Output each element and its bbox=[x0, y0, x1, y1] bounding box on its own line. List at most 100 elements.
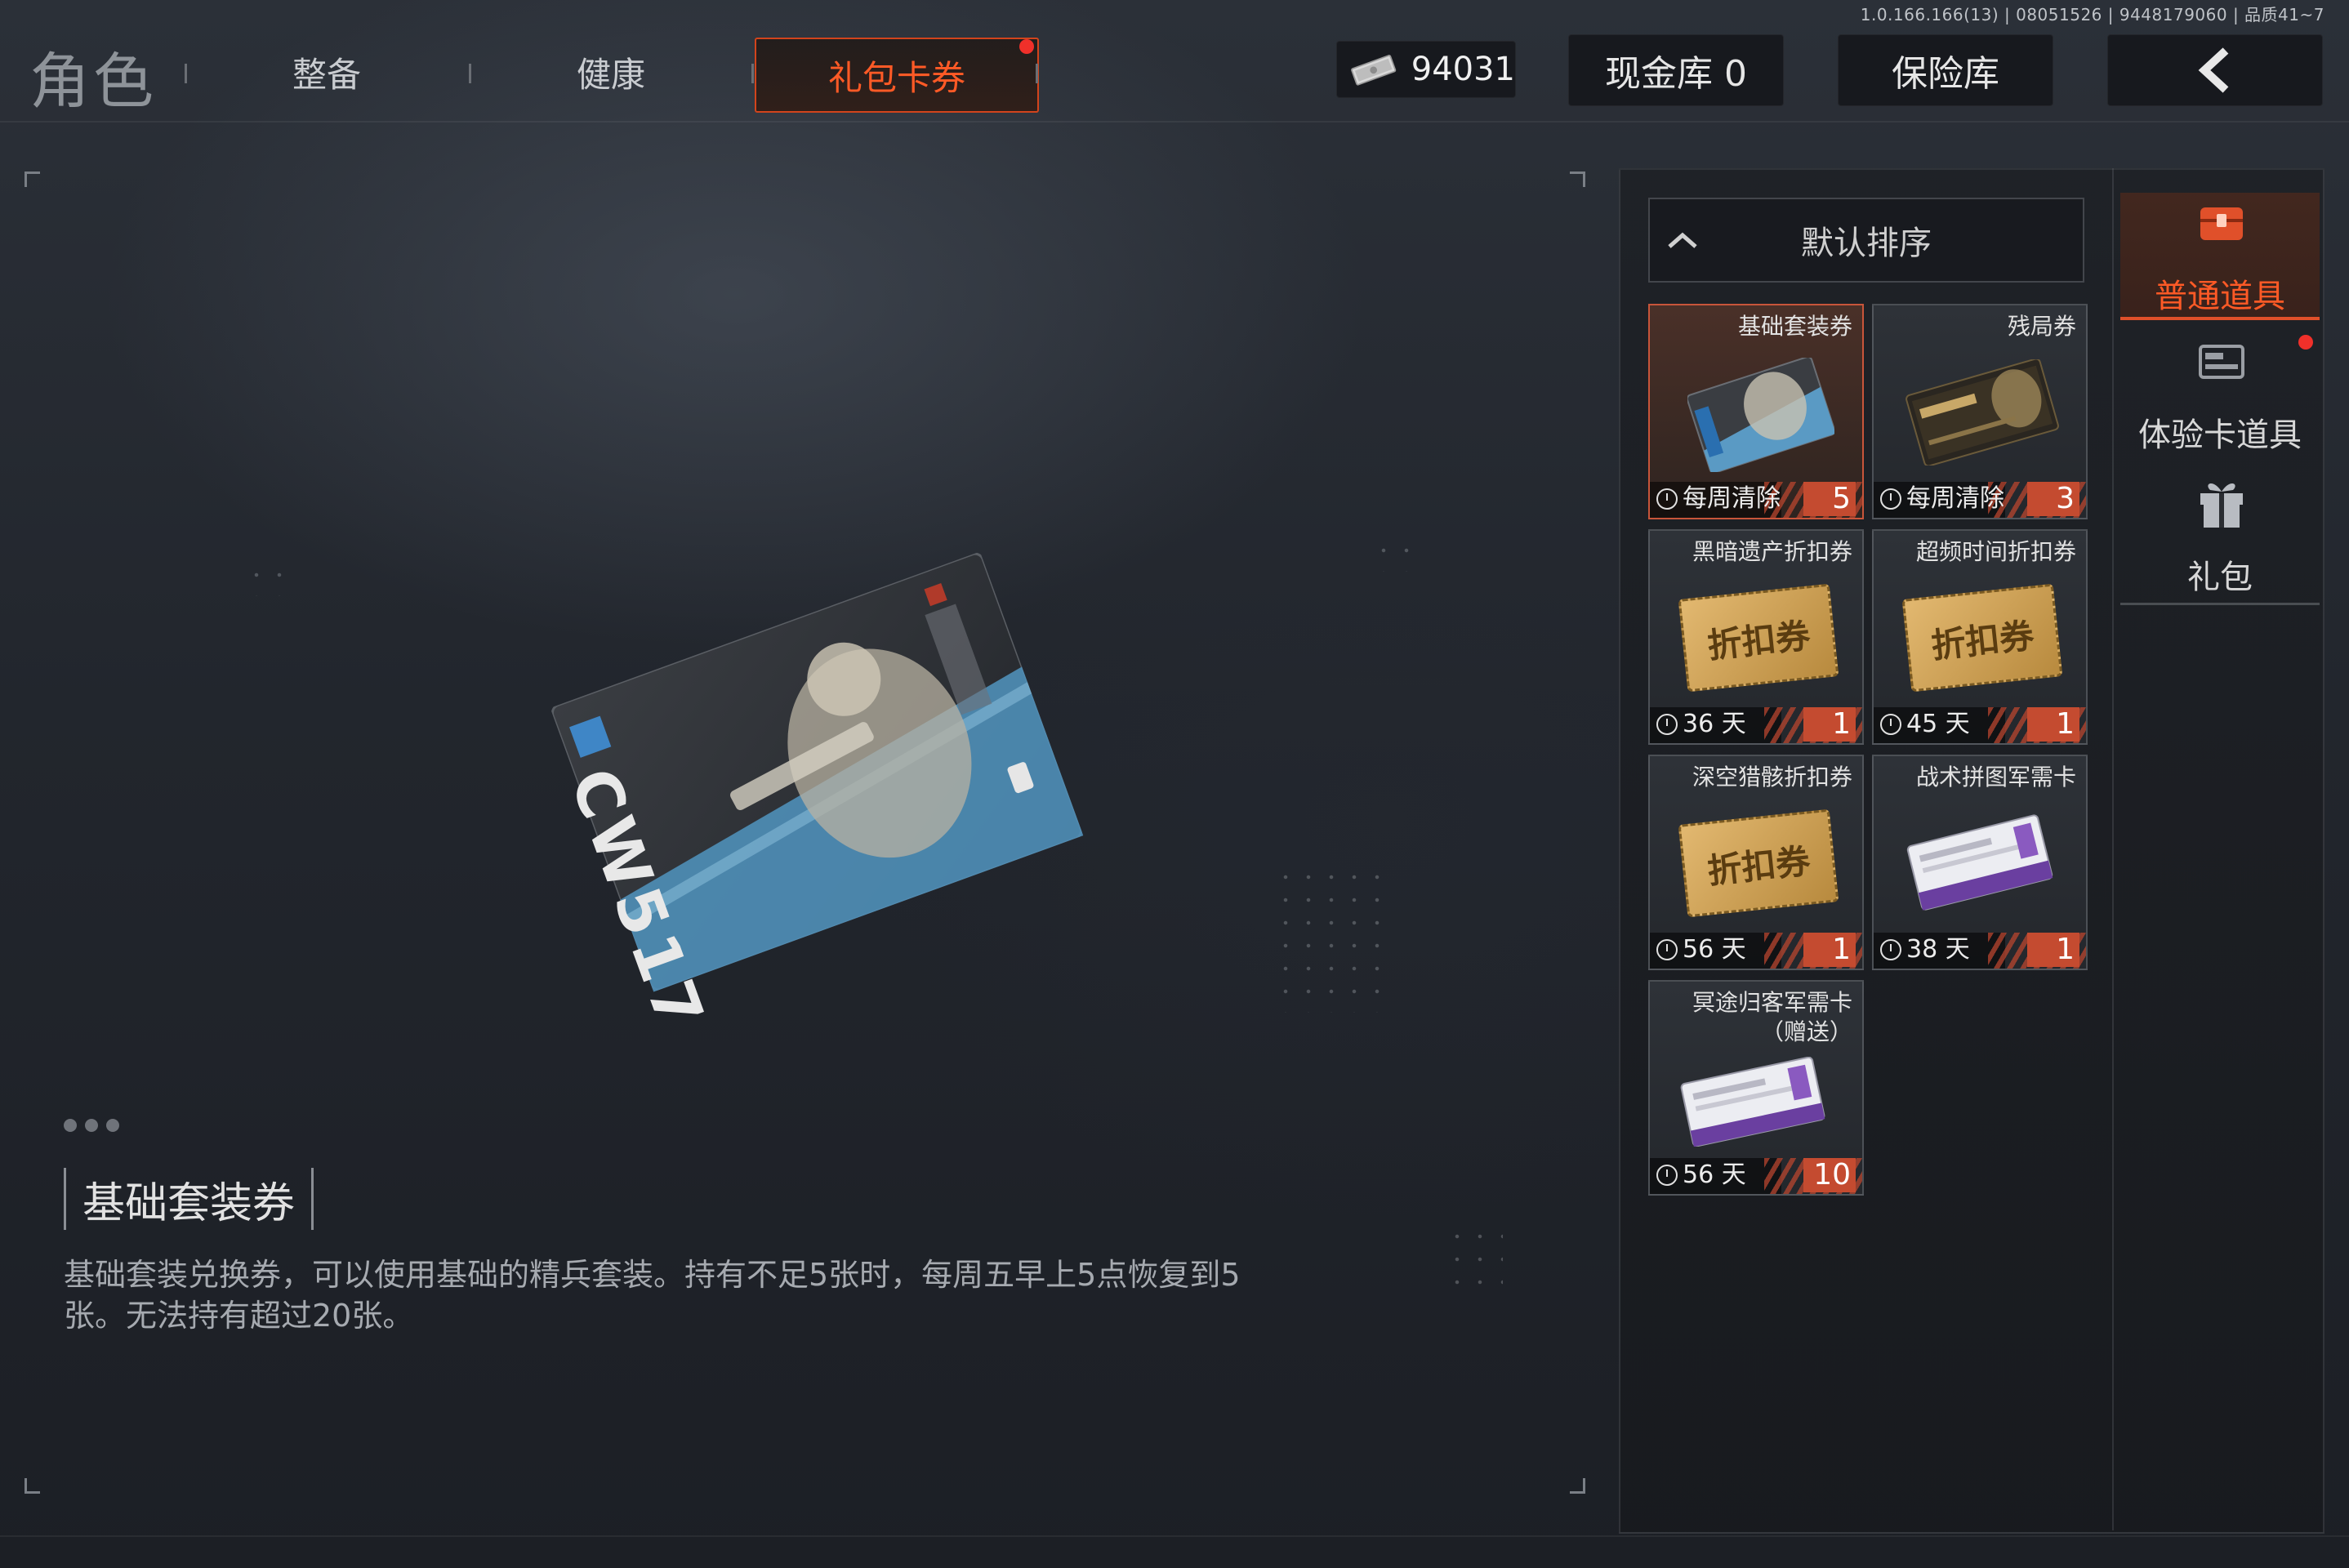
clock-icon bbox=[1656, 1165, 1678, 1186]
item-card[interactable]: 深空猎骸折扣券 折扣券 56 天 1 bbox=[1648, 755, 1864, 970]
item-count: 5 bbox=[1803, 482, 1856, 516]
clock-icon bbox=[1880, 488, 1901, 510]
back-button[interactable] bbox=[2107, 34, 2323, 106]
supply-card-icon bbox=[1906, 814, 2053, 911]
decor-dots bbox=[1446, 1225, 1503, 1290]
discount-ticket-icon: 折扣券 bbox=[1901, 583, 2063, 693]
item-name: 冥途归客军需卡 （赠送） bbox=[1692, 988, 1852, 1047]
item-timer-text: 36 天 bbox=[1683, 710, 1746, 738]
tab-health[interactable]: 健康 bbox=[577, 47, 645, 97]
item-card[interactable]: 战术拼图军需卡 38 天 1 bbox=[1872, 755, 2088, 970]
card-icon bbox=[2199, 345, 2244, 379]
side-tab-trial-cards[interactable]: 体验卡道具 bbox=[2120, 332, 2320, 462]
item-name: 战术拼图军需卡 bbox=[1915, 764, 2076, 791]
side-tab-gift-packs[interactable]: 礼包 bbox=[2120, 470, 2320, 605]
tab-divider bbox=[751, 64, 754, 83]
pager-dots bbox=[64, 1119, 119, 1132]
clock-icon bbox=[1880, 714, 1901, 735]
item-timer: 36 天 bbox=[1656, 709, 1746, 740]
item-card[interactable]: 基础套装券 每周清除 5 bbox=[1648, 304, 1864, 519]
item-count: 1 bbox=[2027, 707, 2079, 742]
notification-dot bbox=[1019, 39, 1034, 54]
tab-equipment[interactable]: 整备 bbox=[292, 47, 361, 97]
ticket-text: 折扣券 bbox=[1929, 615, 2036, 666]
item-timer: 每周清除 bbox=[1880, 483, 2004, 514]
item-timer: 56 天 bbox=[1656, 934, 1746, 965]
decor-dots bbox=[1372, 539, 1421, 572]
tab-gift-vouchers-label: 礼包卡券 bbox=[827, 57, 965, 98]
tab-divider bbox=[185, 64, 187, 83]
item-timer-text: 56 天 bbox=[1683, 1160, 1746, 1189]
clock-icon bbox=[1656, 939, 1678, 960]
item-name: 超频时间折扣券 bbox=[1915, 538, 2076, 565]
currency-amount: 94031 bbox=[1411, 51, 1515, 88]
discount-ticket-icon: 折扣券 bbox=[1678, 808, 1839, 918]
decor-dots bbox=[245, 564, 294, 596]
item-card[interactable]: 超频时间折扣券 折扣券 45 天 1 bbox=[1872, 529, 2088, 745]
item-count: 1 bbox=[1803, 707, 1856, 742]
item-timer-text: 45 天 bbox=[1906, 710, 1970, 738]
item-timer: 每周清除 bbox=[1656, 483, 1781, 514]
item-timer-text: 38 天 bbox=[1906, 935, 1970, 964]
pager-dot bbox=[85, 1119, 98, 1132]
item-count: 1 bbox=[1803, 933, 1856, 967]
item-count: 10 bbox=[1803, 1158, 1856, 1192]
item-timer-text: 每周清除 bbox=[1906, 484, 2004, 513]
item-image-kamona bbox=[1905, 359, 2059, 466]
item-name-line2: （赠送） bbox=[1760, 1018, 1852, 1045]
clock-icon bbox=[1880, 939, 1901, 960]
item-name: 黑暗遗产折扣券 bbox=[1692, 538, 1852, 565]
item-timer: 56 天 bbox=[1656, 1160, 1746, 1191]
tab-divider bbox=[1036, 64, 1038, 83]
pager-dot bbox=[64, 1119, 77, 1132]
cash-vault-label: 现金库 0 bbox=[1605, 53, 1747, 95]
item-card[interactable]: 残局券 每周清除 3 bbox=[1872, 304, 2088, 519]
clock-icon bbox=[1656, 488, 1678, 510]
sort-dropdown[interactable]: 默认排序 bbox=[1648, 198, 2084, 283]
supply-card-icon bbox=[1680, 1057, 1825, 1147]
item-timer-text: 56 天 bbox=[1683, 935, 1746, 964]
item-preview-card: CW517 bbox=[550, 551, 1084, 1042]
pager-dot bbox=[106, 1119, 119, 1132]
side-tab-normal-items[interactable]: 普通道具 bbox=[2120, 193, 2320, 320]
frame-corner bbox=[1570, 1478, 1585, 1494]
item-name: 深空猎骸折扣券 bbox=[1692, 764, 1852, 791]
clock-icon bbox=[1656, 714, 1678, 735]
item-card[interactable]: 冥途归客军需卡 （赠送） 56 天 10 bbox=[1648, 980, 1864, 1196]
page-title: 角色 bbox=[29, 47, 157, 117]
money-icon bbox=[1351, 55, 1397, 86]
chevron-left-icon bbox=[2198, 47, 2229, 93]
bottom-divider bbox=[0, 1535, 2349, 1537]
frame-corner bbox=[25, 172, 40, 187]
tab-divider bbox=[469, 64, 471, 83]
item-name: 残局券 bbox=[2007, 313, 2076, 340]
item-name-line1: 冥途归客军需卡 bbox=[1692, 989, 1852, 1016]
item-timer: 38 天 bbox=[1880, 934, 1970, 965]
safe-vault-label: 保险库 bbox=[1892, 53, 1999, 95]
item-card[interactable]: 黑暗遗产折扣券 折扣券 36 天 1 bbox=[1648, 529, 1864, 745]
item-count: 1 bbox=[2027, 933, 2079, 967]
discount-ticket-icon: 折扣券 bbox=[1678, 583, 1839, 693]
ticket-text: 折扣券 bbox=[1705, 840, 1812, 891]
detail-title-box: 基础套装券 bbox=[64, 1168, 314, 1230]
side-tab-label: 礼包 bbox=[2187, 559, 2253, 596]
frame-corner bbox=[1570, 172, 1585, 187]
panel-divider bbox=[2112, 168, 2114, 1530]
item-count: 3 bbox=[2027, 482, 2079, 516]
sort-label: 默认排序 bbox=[1801, 225, 1932, 262]
frame-corner bbox=[25, 1478, 40, 1494]
version-info: 1.0.166.166(13) | 08051526 | 9448179060 … bbox=[1860, 5, 2324, 24]
tab-gift-vouchers[interactable]: 礼包卡券 bbox=[755, 38, 1039, 113]
safe-vault-button[interactable]: 保险库 bbox=[1838, 34, 2053, 106]
side-tab-label: 体验卡道具 bbox=[2138, 416, 2302, 454]
gift-icon bbox=[2200, 483, 2243, 528]
detail-title: 基础套装券 bbox=[82, 1178, 296, 1228]
currency-display: 94031 bbox=[1336, 41, 1516, 98]
item-timer: 45 天 bbox=[1880, 709, 1970, 740]
item-image-cw517 bbox=[1687, 358, 1834, 472]
top-bar: 1.0.166.166(13) | 08051526 | 9448179060 … bbox=[0, 0, 2349, 122]
cash-vault-button[interactable]: 现金库 0 bbox=[1568, 34, 1784, 106]
detail-description: 基础套装兑换券，可以使用基础的精兵套装。持有不足5张时，每周五早上5点恢复到5张… bbox=[64, 1257, 1241, 1334]
treasure-chest-icon bbox=[2200, 207, 2243, 240]
decor-dots bbox=[1274, 866, 1388, 1013]
